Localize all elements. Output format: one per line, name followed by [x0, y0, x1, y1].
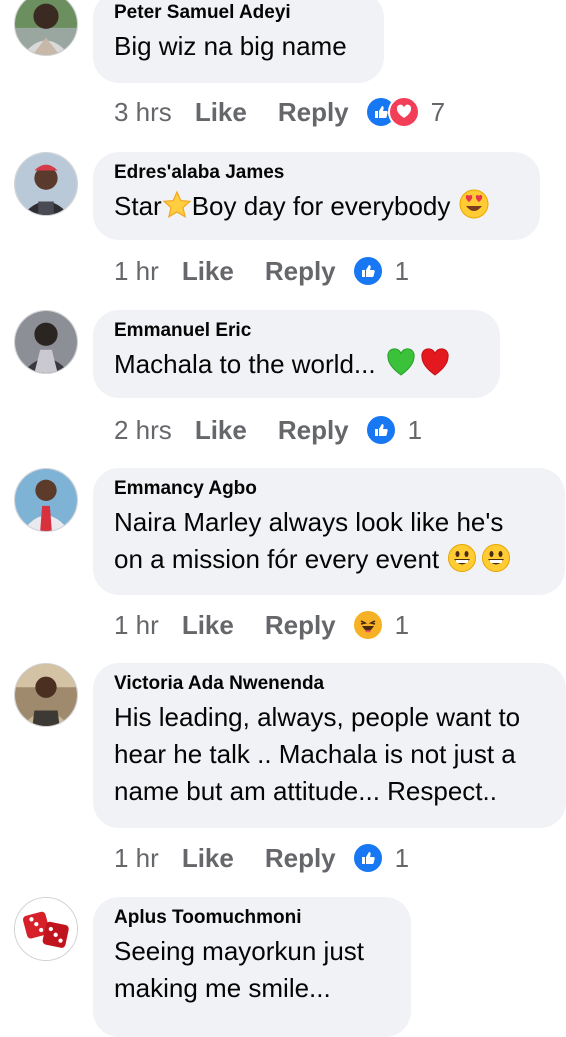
comment-text-part: Machala to the world... — [114, 349, 376, 379]
comment-text-line: making me smile... — [114, 973, 331, 1003]
red-heart-emoji-icon — [420, 348, 450, 378]
like-reaction-icon — [364, 414, 397, 446]
reaction-count: 1 — [394, 609, 410, 640]
comment-bubble: Aplus Toomuchmoni Seeing mayorkun just m… — [93, 897, 411, 1037]
comment-text-line: hear he talk .. Machala is not just a — [114, 739, 516, 769]
comment-text: on a mission fór every event — [114, 541, 543, 578]
reply-button[interactable]: Reply — [278, 415, 349, 446]
comment-author[interactable]: Edres'alaba James — [114, 162, 518, 184]
reply-button[interactable]: Reply — [265, 256, 336, 287]
green-heart-emoji-icon — [386, 348, 416, 378]
comment-time[interactable]: 3 hrs — [114, 97, 172, 128]
comment-bubble: Peter Samuel Adeyi Big wiz na big name — [93, 0, 384, 83]
like-button[interactable]: Like — [182, 256, 234, 287]
comment-actions: 1 hr Like Reply 1 — [114, 605, 409, 645]
comment-bubble: Victoria Ada Nwenenda His leading, alway… — [93, 663, 566, 828]
reaction-count: 7 — [430, 96, 446, 127]
reaction-summary[interactable]: 1 — [351, 609, 410, 641]
grinning-emoji-icon — [481, 543, 511, 573]
comment-time[interactable]: 1 hr — [114, 843, 159, 874]
comment-text-line: His leading, always, people want to — [114, 702, 521, 732]
comment-text-part: on a mission fór every event — [114, 544, 440, 574]
reply-button[interactable]: Reply — [278, 97, 349, 128]
comment-bubble: Edres'alaba James Star Boy day for every… — [93, 152, 540, 240]
comment-text-line: name but am attitude... Respect.. — [114, 776, 497, 806]
avatar[interactable] — [14, 663, 78, 727]
reply-button[interactable]: Reply — [265, 610, 336, 641]
like-button[interactable]: Like — [182, 843, 234, 874]
like-reaction-icon — [351, 255, 384, 287]
comment-text: Star Boy day for everybody — [114, 188, 518, 225]
avatar[interactable] — [14, 468, 78, 532]
comment-text: Big wiz na big name — [114, 31, 347, 61]
reaction-summary[interactable]: 1 — [364, 414, 423, 446]
comment-actions: 1 hr Like Reply 1 — [114, 251, 409, 291]
reaction-summary[interactable]: 1 — [351, 842, 410, 874]
comment-author[interactable]: Peter Samuel Adeyi — [114, 2, 362, 24]
comment-actions: 2 hrs Like Reply 1 — [114, 410, 422, 450]
comment-text-line: Seeing mayorkun just — [114, 936, 365, 966]
like-reaction-icon — [351, 842, 384, 874]
comment-text: Machala to the world... — [114, 346, 478, 383]
comment-time[interactable]: 1 hr — [114, 610, 159, 641]
avatar[interactable] — [14, 152, 78, 216]
avatar[interactable] — [14, 310, 78, 374]
comment-time[interactable]: 1 hr — [114, 256, 159, 287]
like-button[interactable]: Like — [182, 610, 234, 641]
comment-actions: 3 hrs Like Reply 7 — [114, 92, 445, 132]
like-button[interactable]: Like — [195, 415, 247, 446]
reaction-count: 1 — [394, 255, 410, 286]
love-reaction-icon — [387, 96, 420, 128]
comment-text-part: Star — [114, 191, 162, 221]
like-button[interactable]: Like — [195, 97, 247, 128]
grinning-emoji-icon — [447, 543, 477, 573]
comment-author[interactable]: Emmanuel Eric — [114, 320, 478, 342]
comment-author[interactable]: Emmancy Agbo — [114, 478, 543, 500]
star-emoji-icon — [162, 190, 192, 220]
comment-text-line: Naira Marley always look like he's — [114, 507, 504, 537]
comment-text-part: Boy day for everybody — [191, 191, 451, 221]
heart-eyes-emoji-icon — [458, 188, 490, 220]
reply-button[interactable]: Reply — [265, 843, 336, 874]
comment-author[interactable]: Victoria Ada Nwenenda — [114, 673, 544, 695]
avatar[interactable] — [14, 897, 78, 961]
reaction-count: 1 — [394, 842, 410, 873]
haha-reaction-icon — [351, 609, 384, 641]
reaction-summary[interactable]: 1 — [351, 255, 410, 287]
avatar[interactable] — [14, 0, 78, 56]
comment-actions: 1 hr Like Reply 1 — [114, 838, 409, 878]
reaction-count: 1 — [407, 414, 423, 445]
reaction-summary[interactable]: 7 — [364, 96, 446, 128]
comment-time[interactable]: 2 hrs — [114, 415, 172, 446]
comment-bubble: Emmancy Agbo Naira Marley always look li… — [93, 468, 565, 595]
comment-author[interactable]: Aplus Toomuchmoni — [114, 907, 389, 929]
comment-bubble: Emmanuel Eric Machala to the world... — [93, 310, 500, 398]
